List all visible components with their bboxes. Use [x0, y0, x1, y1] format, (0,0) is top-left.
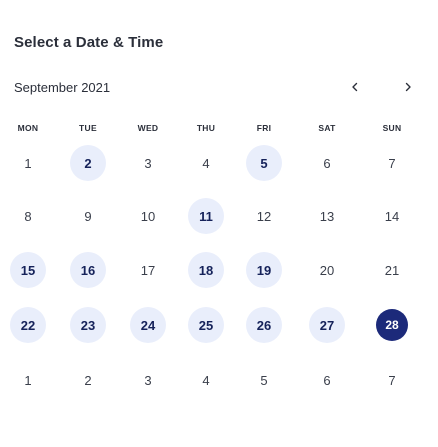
available-day[interactable]: 22 [10, 307, 46, 343]
calendar-day[interactable]: 4 [188, 362, 224, 398]
available-day[interactable]: 24 [130, 307, 166, 343]
calendar-day[interactable]: 20 [309, 252, 345, 288]
calendar-day[interactable]: 14 [374, 198, 410, 234]
available-day[interactable]: 11 [188, 198, 224, 234]
calendar-day[interactable]: 4 [188, 145, 224, 181]
calendar-day[interactable]: 10 [130, 198, 166, 234]
available-day[interactable]: 18 [188, 252, 224, 288]
calendar-day[interactable]: 1 [10, 362, 46, 398]
weekday-thu: THU [196, 123, 216, 133]
calendar-day[interactable]: 7 [374, 362, 410, 398]
calendar-day[interactable]: 17 [130, 252, 166, 288]
available-day[interactable]: 16 [70, 252, 106, 288]
available-day[interactable]: 5 [246, 145, 282, 181]
calendar-day[interactable]: 3 [130, 362, 166, 398]
available-day[interactable]: 23 [70, 307, 106, 343]
weekday-fri: FRI [256, 123, 272, 133]
weekday-tue: TUE [79, 123, 97, 133]
calendar-day[interactable]: 6 [309, 145, 345, 181]
available-day[interactable]: 26 [246, 307, 282, 343]
calendar-day[interactable]: 9 [70, 198, 106, 234]
calendar-day[interactable]: 1 [10, 145, 46, 181]
next-month-button[interactable] [398, 78, 418, 96]
calendar-day[interactable]: 3 [130, 145, 166, 181]
weekday-mon: MON [17, 123, 39, 133]
calendar-day[interactable]: 5 [246, 362, 282, 398]
selected-day[interactable]: 28 [376, 309, 408, 341]
available-day[interactable]: 2 [70, 145, 106, 181]
calendar-day[interactable]: 7 [374, 145, 410, 181]
available-day[interactable]: 25 [188, 307, 224, 343]
weekday-sun: SUN [382, 123, 402, 133]
available-day[interactable]: 15 [10, 252, 46, 288]
chevron-right-icon [405, 82, 411, 92]
available-day[interactable]: 27 [309, 307, 345, 343]
calendar-day[interactable]: 6 [309, 362, 345, 398]
calendar-day[interactable]: 21 [374, 252, 410, 288]
weekday-wed: WED [137, 123, 159, 133]
month-label: September 2021 [14, 80, 111, 95]
calendar-day[interactable]: 8 [10, 198, 46, 234]
available-day[interactable]: 19 [246, 252, 282, 288]
weekday-sat: SAT [318, 123, 336, 133]
prev-month-button[interactable] [345, 78, 365, 96]
calendar-day[interactable]: 2 [70, 362, 106, 398]
chevron-left-icon [352, 82, 358, 92]
page-title: Select a Date & Time [14, 34, 164, 51]
calendar-day[interactable]: 12 [246, 198, 282, 234]
calendar-day[interactable]: 13 [309, 198, 345, 234]
